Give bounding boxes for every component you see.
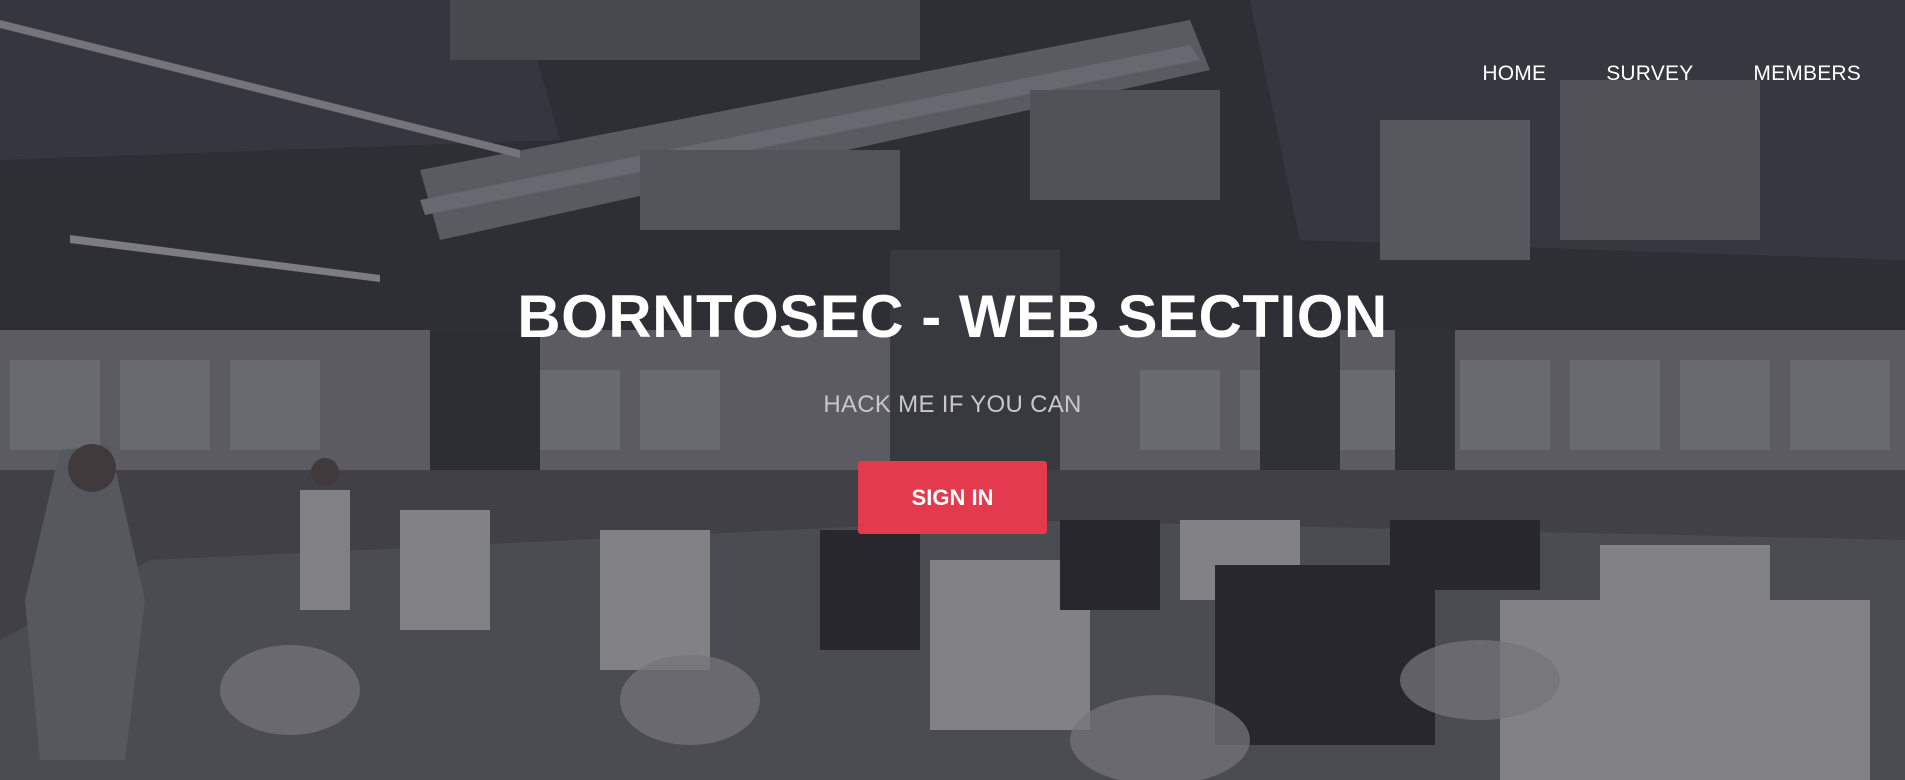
nav-home-link[interactable]: HOME xyxy=(1482,62,1546,86)
hero-section: HOME SURVEY MEMBERS BORNTOSEC - WEB SECT… xyxy=(0,0,1905,780)
page-title: BORNTOSEC - WEB SECTION xyxy=(517,283,1388,350)
nav-members-link[interactable]: MEMBERS xyxy=(1753,62,1861,86)
sign-in-button[interactable]: SIGN IN xyxy=(858,461,1047,534)
hero-content: BORNTOSEC - WEB SECTION HACK ME IF YOU C… xyxy=(0,282,1905,534)
page-subtitle: HACK ME IF YOU CAN xyxy=(823,391,1082,418)
top-navigation: HOME SURVEY MEMBERS xyxy=(1482,62,1861,86)
nav-survey-link[interactable]: SURVEY xyxy=(1606,62,1693,86)
